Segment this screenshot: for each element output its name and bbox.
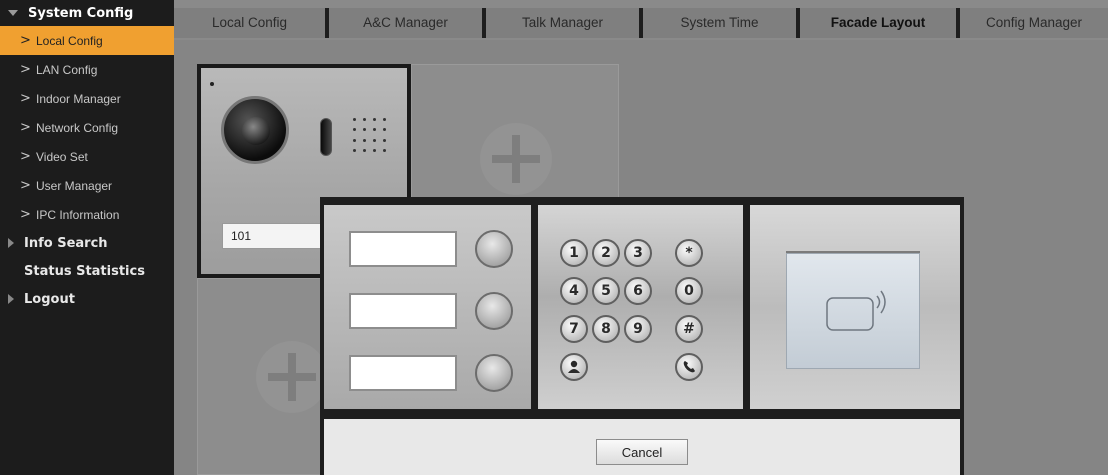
tab-label: Facade Layout <box>830 15 926 30</box>
sidebar-item-label: Local Config <box>36 33 103 48</box>
keypad-key: 0 <box>675 277 703 305</box>
contact-icon <box>560 353 588 381</box>
keypad-key: 8 <box>592 315 620 343</box>
tab-label: System Time <box>680 15 759 30</box>
keypad-key: * <box>675 239 703 267</box>
chevron-right-icon: > <box>20 91 31 106</box>
sidebar-group-info-search[interactable]: Info Search <box>0 229 174 257</box>
sidebar-item-lan-config[interactable]: > LAN Config <box>0 55 174 84</box>
tab-system-time[interactable]: System Time <box>643 8 796 38</box>
tab-label: Config Manager <box>985 15 1083 30</box>
keypad-key: 5 <box>592 277 620 305</box>
cancel-button[interactable]: Cancel <box>596 439 688 465</box>
dialog-footer: Cancel <box>324 419 960 475</box>
sidebar-item-user-manager[interactable]: > User Manager <box>0 171 174 200</box>
module-select-dialog: 1 2 3 * 4 5 6 0 7 8 9 # Cancel <box>320 197 964 475</box>
sidebar-item-label: Indoor Manager <box>36 91 121 106</box>
module-option-keypad[interactable]: 1 2 3 * 4 5 6 0 7 8 9 # <box>538 205 743 409</box>
sidebar-item-video-set[interactable]: > Video Set <box>0 142 174 171</box>
indicator-dot <box>210 82 214 86</box>
sidebar-group-logout[interactable]: Logout <box>0 285 174 313</box>
sidebar-item-label: LAN Config <box>36 62 98 77</box>
speaker-grille-icon <box>349 114 389 156</box>
light-sensor <box>320 118 332 156</box>
phone-icon <box>675 353 703 381</box>
chevron-right-icon: > <box>20 178 31 193</box>
sidebar-item-network-config[interactable]: > Network Config <box>0 113 174 142</box>
module-number-field[interactable]: 101 <box>222 223 332 249</box>
name-plate <box>349 293 457 329</box>
sidebar-item-indoor-manager[interactable]: > Indoor Manager <box>0 84 174 113</box>
tab-local-config[interactable]: Local Config <box>174 8 325 38</box>
tab-ac-manager[interactable]: A&C Manager <box>329 8 482 38</box>
keypad-key: 6 <box>624 277 652 305</box>
tab-config-manager[interactable]: Config Manager <box>960 8 1108 38</box>
lens-center <box>242 117 270 145</box>
module-options: 1 2 3 * 4 5 6 0 7 8 9 # <box>324 201 960 411</box>
sidebar-group-status-statistics[interactable]: Status Statistics <box>0 257 174 285</box>
tab-label: Talk Manager <box>521 15 604 30</box>
collapse-triangle-icon <box>8 10 18 16</box>
keypad-key: 7 <box>560 315 588 343</box>
tab-talk-manager[interactable]: Talk Manager <box>486 8 639 38</box>
expand-triangle-icon <box>8 238 14 248</box>
sidebar-group-label: Logout <box>24 291 75 307</box>
sidebar: System Config > Local Config > LAN Confi… <box>0 0 174 475</box>
chevron-right-icon: > <box>20 149 31 164</box>
tab-label: A&C Manager <box>363 15 448 30</box>
tab-label: Local Config <box>211 15 288 30</box>
camera-lens-icon <box>221 96 289 164</box>
keypad-key: 3 <box>624 239 652 267</box>
keypad-key: 2 <box>592 239 620 267</box>
call-button-icon <box>475 292 513 330</box>
add-module-icon[interactable] <box>480 123 552 195</box>
tab-facade-layout[interactable]: Facade Layout <box>800 8 956 38</box>
chevron-right-icon: > <box>20 33 31 48</box>
call-button-icon <box>475 230 513 268</box>
keypad-key: 4 <box>560 277 588 305</box>
sidebar-item-label: IPC Information <box>36 207 120 222</box>
sidebar-item-label: Video Set <box>36 149 88 164</box>
keypad-key: 1 <box>560 239 588 267</box>
card-reader-pad <box>786 253 920 369</box>
tab-bar: Local Config A&C Manager Talk Manager Sy… <box>174 0 1108 40</box>
sidebar-group-label: Info Search <box>24 235 108 251</box>
rfid-card-icon <box>826 290 886 331</box>
sidebar-item-label: Network Config <box>36 120 119 135</box>
module-option-card-reader[interactable] <box>750 205 960 409</box>
call-button-icon <box>475 354 513 392</box>
keypad-key: 9 <box>624 315 652 343</box>
sidebar-item-ipc-information[interactable]: > IPC Information <box>0 200 174 229</box>
add-module-icon[interactable] <box>256 341 328 413</box>
expand-triangle-icon <box>8 294 14 304</box>
chevron-right-icon: > <box>20 62 31 77</box>
name-plate <box>349 355 457 391</box>
sidebar-header-label: System Config <box>28 5 134 21</box>
sidebar-item-label: User Manager <box>36 178 113 193</box>
sidebar-item-local-config[interactable]: > Local Config <box>0 26 174 55</box>
sidebar-header-system-config[interactable]: System Config <box>0 0 174 26</box>
chevron-right-icon: > <box>20 120 31 135</box>
module-option-call-buttons[interactable] <box>324 205 531 409</box>
name-plate <box>349 231 457 267</box>
sidebar-group-label: Status Statistics <box>24 263 145 279</box>
keypad-key: # <box>675 315 703 343</box>
chevron-right-icon: > <box>20 207 31 222</box>
